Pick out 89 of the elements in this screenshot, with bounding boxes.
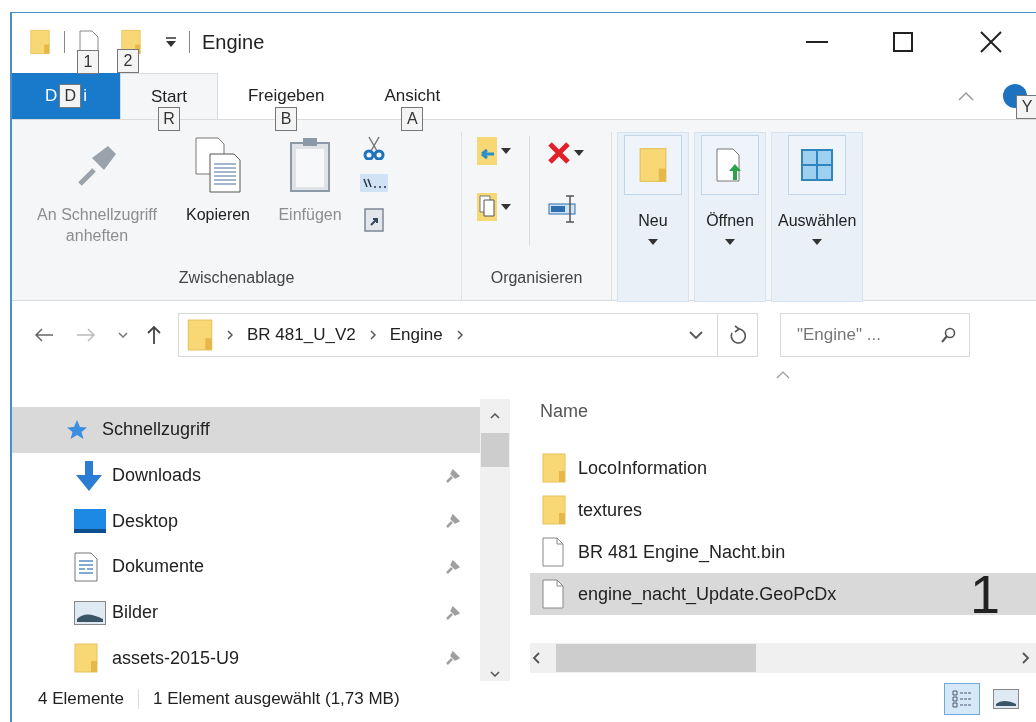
copy-button[interactable]: Kopieren — [172, 132, 264, 225]
folder-icon — [542, 495, 566, 525]
move-to-button[interactable] — [476, 136, 511, 166]
chevron-left-icon — [532, 652, 540, 664]
sort-ascending-icon — [776, 371, 790, 379]
file-row[interactable]: textures — [530, 489, 1036, 531]
caret-icon — [501, 148, 511, 154]
chevron-down-icon[interactable] — [118, 332, 128, 338]
details-list-icon — [951, 687, 973, 710]
file-row[interactable]: engine_nacht_Update.GeoPcDx 1 — [530, 573, 1036, 615]
close-icon — [548, 142, 570, 164]
folder-icon — [187, 319, 213, 351]
chevron-down-icon[interactable] — [689, 331, 703, 339]
pin-icon — [444, 466, 462, 485]
file-icon — [542, 579, 564, 609]
file-upload-icon — [716, 148, 744, 182]
file-row[interactable]: LocoInformation — [530, 447, 1036, 489]
group-label: Organisieren — [489, 268, 584, 288]
caret-icon — [574, 150, 584, 156]
window-title: Engine — [202, 30, 265, 55]
sidebar-item[interactable]: assets-2015-U9 — [12, 635, 480, 682]
keytip-badge: B — [275, 107, 298, 131]
picture-icon — [74, 600, 106, 625]
column-header[interactable]: Name — [540, 398, 588, 425]
folder-icon — [74, 642, 98, 675]
folder-icon — [30, 28, 50, 56]
keytip-badge: Y — [1016, 95, 1036, 119]
close-icon — [980, 31, 1002, 53]
scrollbar-thumb[interactable] — [556, 644, 756, 672]
keytip-badge: 1 — [77, 50, 99, 74]
download-arrow-icon — [74, 459, 104, 492]
sidebar-item[interactable]: Bilder — [12, 589, 480, 636]
maximize-icon — [893, 32, 913, 52]
scissors-icon[interactable] — [363, 136, 385, 160]
ribbon-group-button[interactable]: Auswählen — [771, 132, 864, 302]
scrollbar-thumb[interactable] — [481, 433, 509, 467]
picture-icon — [993, 688, 1019, 709]
ribbon-group-button[interactable]: Öffnen — [694, 132, 766, 302]
address-bar[interactable]: BR 481_U_V2 Engine — [178, 313, 758, 357]
keytip-badge: 2 — [117, 49, 139, 73]
sidebar-item[interactable]: Schnellzugriff — [12, 407, 480, 453]
breadcrumb-link[interactable]: BR 481_U_V2 — [247, 322, 356, 348]
grid-icon — [801, 149, 834, 181]
pin-icon — [444, 557, 462, 576]
copy-path-icon[interactable] — [360, 174, 388, 192]
chevron-right-icon — [369, 330, 376, 340]
item-count: 4 Elemente — [38, 687, 124, 710]
caret-icon — [812, 239, 823, 245]
horizontal-scrollbar[interactable] — [530, 643, 1036, 673]
folder-documents-icon — [476, 192, 498, 222]
up-arrow-icon[interactable] — [146, 325, 162, 345]
new-folder-icon — [639, 147, 667, 183]
ribbon-group-button[interactable]: Neu — [617, 132, 689, 302]
copy-documents-icon — [194, 136, 242, 194]
document-icon — [74, 551, 98, 582]
file-tab[interactable]: D D i — [12, 73, 120, 119]
folder-icon — [542, 453, 566, 483]
keytip-badge: A — [401, 107, 424, 131]
sidebar-item[interactable]: Desktop — [12, 498, 480, 544]
minimize-icon — [806, 41, 828, 43]
chevron-up-icon — [490, 413, 500, 419]
desktop-icon — [74, 509, 106, 534]
caret-icon — [648, 239, 658, 245]
paste-shortcut-icon[interactable] — [364, 206, 384, 232]
chevron-right-icon — [227, 330, 233, 340]
customize-dropdown-icon[interactable] — [165, 36, 177, 48]
group-label: Zwischenablage — [177, 268, 296, 288]
chevron-down-icon — [490, 671, 500, 677]
copy-to-button[interactable] — [476, 192, 511, 222]
collapse-ribbon-icon[interactable] — [958, 91, 974, 101]
chevron-right-icon — [456, 330, 463, 340]
details-view-button[interactable] — [944, 682, 980, 715]
search-field[interactable]: "Engine" ... — [780, 313, 970, 357]
file-icon — [542, 537, 564, 567]
sidebar-item[interactable]: Downloads — [12, 452, 480, 499]
keytip-badge: R — [157, 107, 180, 131]
clipboard-icon — [289, 137, 331, 193]
search-icon — [940, 327, 956, 343]
caret-icon — [501, 204, 511, 210]
sidebar-item[interactable]: Dokumente — [12, 544, 480, 590]
delete-button[interactable] — [548, 142, 584, 164]
refresh-icon — [729, 325, 746, 345]
vertical-scrollbar[interactable] — [480, 399, 510, 681]
chevron-right-icon — [1022, 652, 1030, 664]
back-arrow-icon[interactable] — [34, 327, 54, 343]
caret-icon — [725, 239, 735, 245]
breadcrumb-link[interactable]: Engine — [389, 322, 443, 348]
selection-info: 1 Element ausgewählt (1,73 MB) — [153, 687, 400, 710]
pin-icon — [444, 603, 462, 622]
